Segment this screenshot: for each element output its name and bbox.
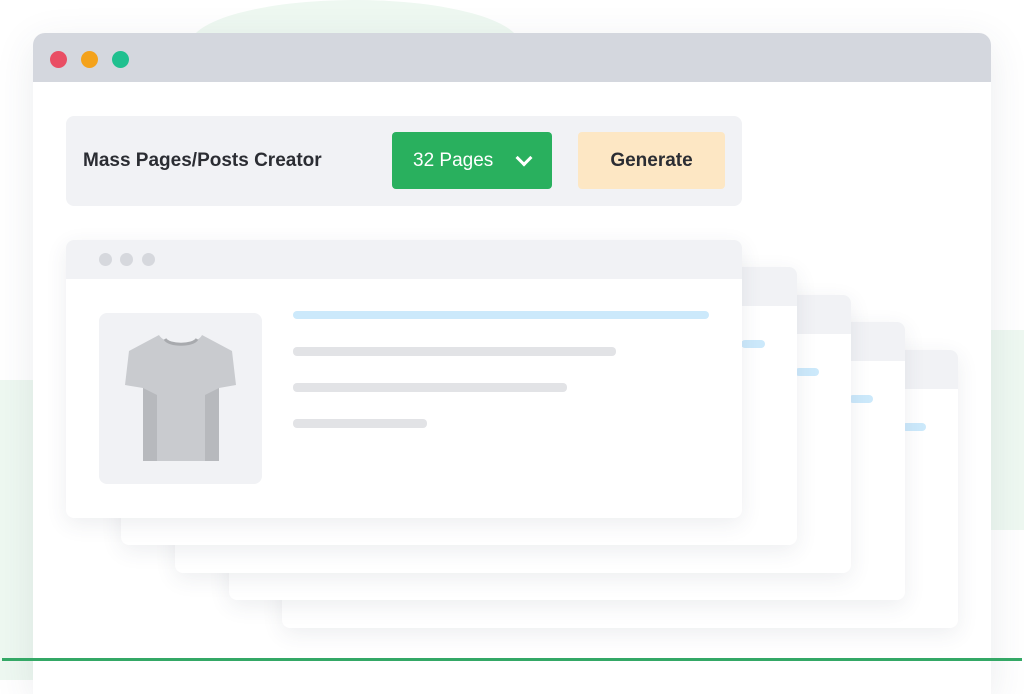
chevron-down-icon (515, 149, 533, 167)
generate-button-label: Generate (610, 150, 693, 171)
tshirt-icon (125, 335, 236, 461)
page-text-line (293, 419, 427, 428)
page-title-line (795, 368, 819, 376)
product-image (99, 313, 262, 484)
toolbar-title: Mass Pages/Posts Creator (83, 150, 322, 171)
browser-window: Mass Pages/Posts Creator 32 Pages Genera… (33, 33, 991, 694)
page-preview-dot (99, 253, 112, 266)
pages-count-dropdown[interactable]: 32 Pages (392, 132, 552, 189)
accent-divider (2, 658, 1022, 661)
page-title-line (902, 423, 926, 431)
close-window-button[interactable] (50, 51, 67, 68)
generate-button[interactable]: Generate (578, 132, 725, 189)
page-title-line (741, 340, 765, 348)
page-preview-dot (142, 253, 155, 266)
pages-count-value: 32 Pages (413, 150, 494, 171)
page-title-line (849, 395, 873, 403)
window-titlebar (33, 33, 991, 82)
page-text-line (293, 383, 567, 392)
page-preview-header (66, 240, 742, 279)
page-preview-dot (120, 253, 133, 266)
page-title-line (293, 311, 709, 319)
page-text-line (293, 347, 616, 356)
maximize-window-button[interactable] (112, 51, 129, 68)
creator-toolbar: Mass Pages/Posts Creator 32 Pages Genera… (66, 116, 742, 206)
minimize-window-button[interactable] (81, 51, 98, 68)
page-preview-card (66, 240, 742, 518)
